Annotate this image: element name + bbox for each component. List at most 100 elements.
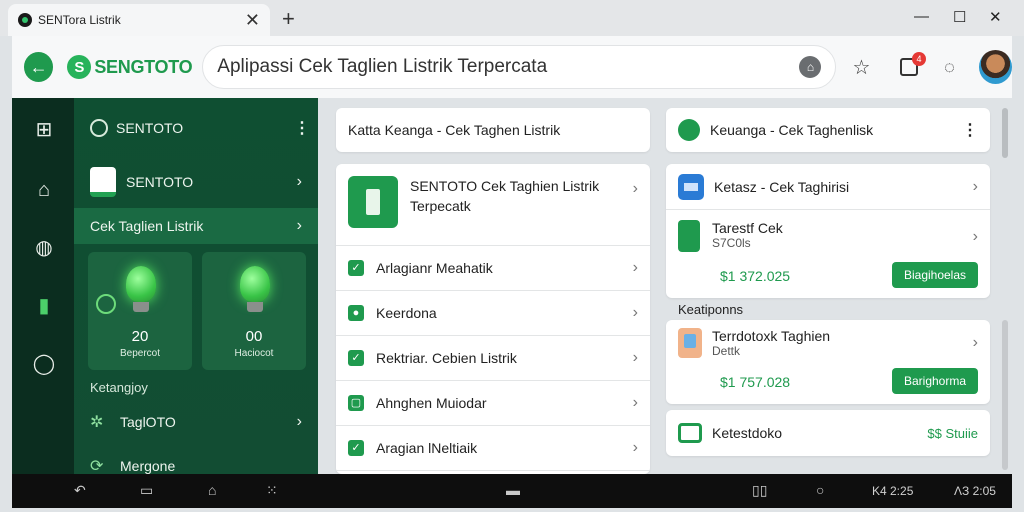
grid-icon[interactable]: ⊞	[32, 118, 56, 142]
chevron-right-icon: ›	[632, 259, 638, 276]
chevron-right-icon: ›	[296, 173, 302, 190]
check-icon: ✓	[348, 260, 364, 276]
featured-item[interactable]: SENTOTO Cek Taghien Listrik Terpecatk ›	[336, 164, 650, 246]
usage-card[interactable]: 20 Bepercot	[88, 252, 192, 370]
browser-tab[interactable]: SENTora Listrik ✕	[8, 4, 270, 36]
scrollbar[interactable]	[1002, 320, 1008, 470]
usage-value: 00	[245, 328, 263, 345]
bill-item[interactable]: Terrdotoxk Taghien Dettk ›	[666, 328, 990, 368]
featured-label: SENTOTO Cek Taghien Listrik Terpecatk	[410, 178, 600, 214]
minus-icon[interactable]: ▭	[140, 482, 153, 499]
meter-icon	[90, 167, 116, 197]
bill-subtitle: Dettk	[712, 344, 741, 358]
list-item[interactable]: Ketestdoko $$ Stuiie	[666, 410, 990, 456]
usage-label: Bepercot	[119, 348, 161, 359]
home-icon[interactable]: ⌂	[32, 178, 56, 202]
bill-item[interactable]: Tarestf Cek S7C0ls ›	[666, 220, 990, 260]
location-icon[interactable]: ◯	[32, 352, 56, 376]
chevron-right-icon: ›	[632, 349, 638, 366]
chevron-right-icon: ›	[972, 177, 978, 195]
avatar[interactable]	[978, 50, 1012, 84]
list-item[interactable]: ● Keerdona ›	[336, 291, 650, 336]
window-close-button[interactable]: ✕	[989, 8, 1002, 26]
back-button[interactable]: ←	[24, 52, 54, 82]
bill-amount: $1 372.025	[720, 268, 791, 284]
sidebar-item-sentoto[interactable]: SENTOTO ›	[74, 164, 318, 200]
lightbulb-icon	[240, 266, 270, 302]
clock-text: K4 2:25	[872, 484, 914, 498]
list-item-label: Ketestdoko	[712, 425, 783, 441]
back-icon[interactable]: ↶	[74, 482, 86, 499]
list-item[interactable]: ✓ Rektriar. Cebien Listrik ›	[336, 336, 650, 381]
chevron-right-icon: ›	[632, 394, 638, 411]
book-icon[interactable]: ▯▯	[752, 482, 767, 499]
site-info-icon[interactable]: ⌂	[799, 56, 822, 78]
list-item-label: Keerdona	[376, 305, 437, 321]
phone-icon[interactable]: ▮	[32, 294, 56, 318]
right-header-card[interactable]: Keuanga - Cek Taghenlisk ⋮	[666, 108, 990, 152]
right-section-title: Keatiponns	[678, 302, 744, 317]
apps-icon[interactable]: ⁙	[266, 482, 278, 499]
more-options-icon[interactable]: ⋮	[294, 118, 310, 138]
bill-subtitle: S7C0ls	[712, 236, 751, 250]
sidebar-section-title: Ketangjoy	[90, 380, 148, 395]
refresh-icon: ⟳	[90, 458, 104, 475]
middle-header-card[interactable]: Katta Keanga - Cek Taghen Listrik	[336, 108, 650, 152]
check-icon: ✓	[348, 350, 364, 366]
chevron-right-icon: ›	[632, 180, 638, 197]
sidebar-item-cek-tagihan[interactable]: Cek Taglien Listrik ›	[74, 208, 318, 244]
pay-button[interactable]: Barighorma	[892, 368, 978, 394]
sidebar-item-taglo[interactable]: ✲ TaglOTO ›	[74, 404, 318, 440]
home-icon[interactable]: ⌂	[208, 482, 216, 498]
extension-badge: 4	[912, 52, 927, 66]
list-item-label: Ketasz - Cek Taghirisi	[714, 178, 850, 195]
profile-switch-icon[interactable]: ◌	[944, 57, 955, 78]
barcode-icon	[678, 423, 702, 443]
bulb-base	[247, 302, 263, 312]
chevron-right-icon: ›	[632, 439, 638, 456]
url-text: Aplipassi Cek Taglien Listrik Terpercata	[217, 56, 548, 77]
sidebar-item-label: Cek Taglien Listrik	[90, 218, 204, 234]
bill-title: Tarestf Cek	[712, 220, 783, 236]
gear-icon: ✲	[90, 414, 104, 431]
list-item[interactable]: ▢ Ahnghen Muiodar ›	[336, 381, 650, 426]
circle-icon[interactable]: ○	[816, 482, 824, 498]
sidebar-item-label: Mergone	[120, 458, 176, 474]
usage-value: 20	[131, 328, 149, 345]
settings-icon: ●	[348, 305, 364, 321]
maximize-button[interactable]: ☐	[953, 8, 966, 26]
list-item[interactable]: Ketasz - Cek Taghirisi ›	[666, 164, 990, 210]
calendar-icon	[678, 173, 704, 200]
card-icon: ▢	[348, 395, 364, 411]
extension-icon[interactable]: 4	[900, 52, 927, 76]
usage-card[interactable]: 00 Haciocot	[202, 252, 306, 370]
list-item-label: Aragian lNeltiaik	[376, 440, 478, 456]
list-item[interactable]: ✓ Aragian lNeltiaik ›	[336, 426, 650, 471]
sidebar-title: SENTOTO	[116, 120, 184, 136]
scrollbar[interactable]	[1002, 108, 1008, 158]
menu-icon[interactable]: ▬	[506, 482, 520, 498]
wallet-icon[interactable]: ◍	[32, 236, 56, 260]
pay-button[interactable]: Biagihoelas	[892, 262, 978, 288]
tab-close-icon[interactable]: ✕	[245, 11, 260, 29]
bookmark-star-icon[interactable]: ☆	[852, 55, 870, 80]
address-toolbar: ← S SENGTOTO Aplipassi Cek Taglien Listr…	[12, 36, 1012, 98]
check-icon: ✓	[348, 440, 364, 456]
sidebar-item-label: SENTOTO	[126, 174, 194, 190]
brand[interactable]: S SENGTOTO	[67, 55, 193, 79]
list-item[interactable]: ✓ Arlagianr Meahatik ›	[336, 246, 650, 291]
bill-card: Terrdotoxk Taghien Dettk › $1 757.028 Ba…	[666, 320, 990, 404]
site-favicon-icon	[18, 13, 32, 27]
more-options-icon[interactable]: ⋮	[962, 120, 978, 140]
new-tab-button[interactable]: +	[282, 6, 295, 32]
list-item-label: Arlagianr Meahatik	[376, 260, 493, 276]
chevron-right-icon: ›	[296, 413, 302, 430]
brand-name: SENGTOTO	[94, 56, 193, 77]
invoice-icon	[678, 328, 702, 358]
bill-amount: $1 757.028	[720, 374, 791, 390]
lightbulb-icon	[126, 266, 156, 302]
minimize-button[interactable]: —	[914, 8, 929, 25]
bill-card: Ketasz - Cek Taghirisi › Tarestf Cek S7C…	[666, 164, 990, 298]
tab-strip: SENTora Listrik ✕ + — ☐ ✕	[0, 0, 1024, 36]
url-field[interactable]: Aplipassi Cek Taglien Listrik Terpercata…	[202, 45, 837, 89]
